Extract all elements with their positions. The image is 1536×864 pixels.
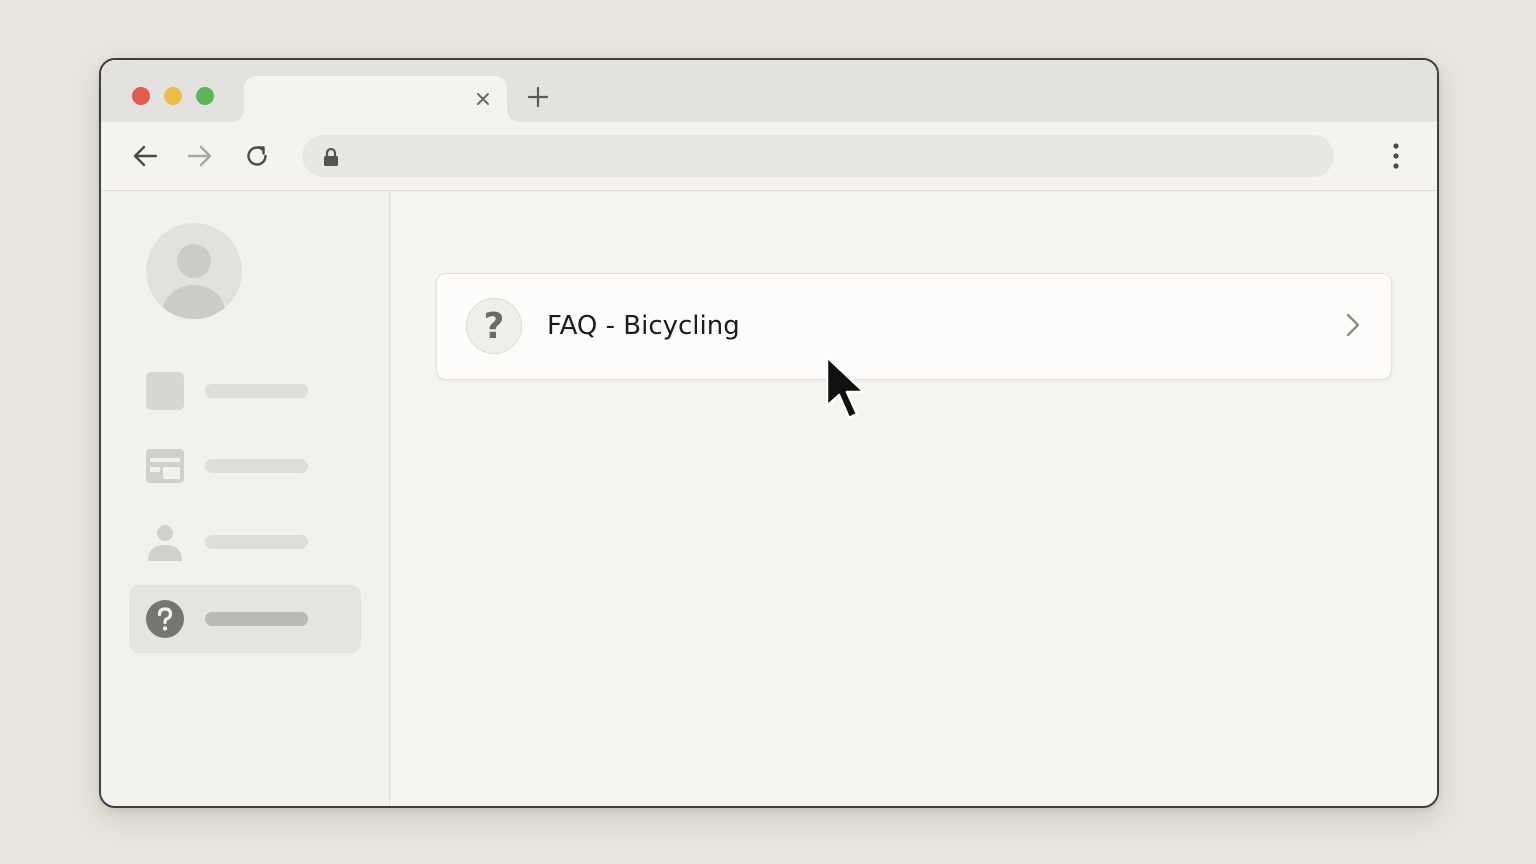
person-icon	[146, 523, 184, 561]
plus-icon[interactable]	[525, 84, 551, 110]
arrow-right-icon[interactable]	[185, 141, 215, 171]
sidebar-item-2[interactable]	[129, 432, 361, 500]
sidebar-item-label	[205, 459, 308, 473]
help-circle-icon	[146, 600, 184, 638]
browser-tab[interactable]	[232, 76, 519, 122]
sidebar-item-3[interactable]	[129, 508, 361, 576]
tab-strip	[101, 60, 1437, 122]
main-content: ? FAQ - Bicycling	[390, 191, 1437, 806]
browser-toolbar	[101, 122, 1437, 191]
browser-window: ? FAQ - Bicycling	[99, 58, 1439, 808]
user-avatar-icon[interactable]	[146, 223, 242, 319]
sidebar	[101, 191, 390, 806]
arrow-left-icon[interactable]	[130, 141, 160, 171]
faq-item-title: FAQ - Bicycling	[547, 311, 740, 341]
faq-bicycling-item[interactable]: ? FAQ - Bicycling	[436, 273, 1392, 380]
sidebar-item-label	[205, 612, 308, 626]
window-maximize-button[interactable]	[196, 87, 214, 105]
sidebar-item-label	[205, 535, 308, 549]
close-icon[interactable]	[472, 88, 494, 110]
sidebar-item-1[interactable]	[129, 357, 361, 425]
chevron-right-icon[interactable]	[1345, 312, 1361, 343]
sidebar-item-help[interactable]	[129, 585, 361, 653]
card-icon	[146, 447, 184, 485]
lock-icon	[322, 147, 340, 172]
more-vertical-icon[interactable]	[1381, 141, 1411, 171]
window-close-button[interactable]	[132, 87, 150, 105]
sidebar-item-label	[205, 384, 308, 398]
reload-icon[interactable]	[242, 141, 272, 171]
window-minimize-button[interactable]	[164, 87, 182, 105]
square-icon	[146, 372, 184, 410]
question-mark-icon: ?	[466, 298, 522, 354]
address-bar[interactable]	[302, 135, 1334, 177]
